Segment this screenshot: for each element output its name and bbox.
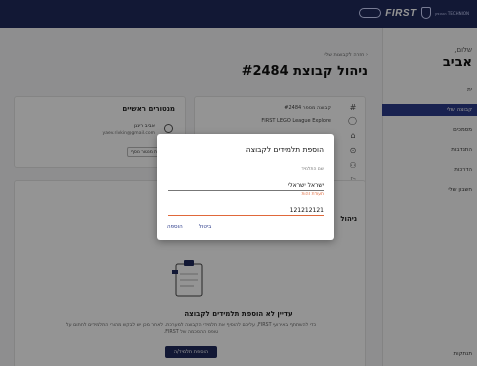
student-id-label: תעודת זהות bbox=[301, 192, 324, 197]
student-id-field: תעודת זהות bbox=[168, 192, 324, 216]
student-name-label: שם התלמיד bbox=[301, 167, 324, 172]
student-id-input[interactable] bbox=[168, 206, 324, 216]
add-button[interactable]: הוספה bbox=[167, 224, 183, 230]
add-students-dialog: הוספת תלמידים לקבוצה שם התלמיד תעודת זהו… bbox=[157, 134, 334, 240]
student-name-field: שם התלמיד bbox=[168, 167, 324, 191]
dialog-title: הוספת תלמידים לקבוצה bbox=[245, 145, 324, 154]
student-name-input[interactable] bbox=[168, 181, 324, 191]
cancel-button[interactable]: ביטול bbox=[199, 224, 212, 230]
dialog-actions: הוספה ביטול bbox=[167, 224, 211, 230]
